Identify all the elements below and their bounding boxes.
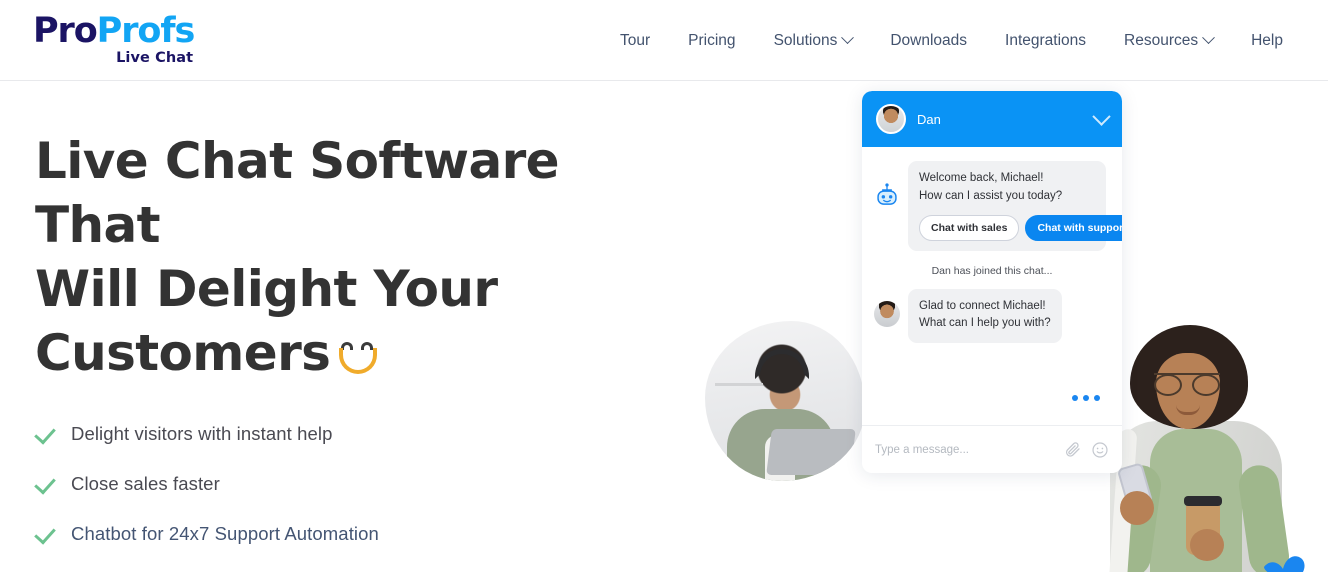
list-item: Chatbot for 24x7 Support Automation: [35, 523, 685, 545]
bot-message-line-2: How can I assist you today?: [919, 189, 1063, 202]
smiley-emoji: [336, 336, 380, 376]
three-dots-icon: [1072, 395, 1100, 401]
nav-item-label: Solutions: [773, 31, 838, 49]
brand-logo[interactable]: ProProfs Live Chat: [33, 11, 196, 66]
check-icon: [35, 473, 57, 495]
nav-item-help[interactable]: Help: [1232, 32, 1302, 50]
chat-with-sales-button[interactable]: Chat with sales: [919, 214, 1020, 241]
bot-message-line-1: Welcome back, Michael!: [919, 172, 1044, 184]
blue-leaf-shape: [1264, 556, 1305, 572]
nav-item-label: Downloads: [890, 31, 968, 49]
chat-widget-header: Dan: [862, 91, 1122, 147]
avatar: [876, 104, 906, 134]
logo-tagline: Live Chat: [116, 50, 194, 66]
robot-icon: [877, 183, 897, 205]
nav-item-resources[interactable]: Resources: [1105, 31, 1232, 50]
agent-message-line-1: Glad to connect Michael!: [919, 299, 1046, 312]
bot-message-bubble: Welcome back, Michael! How can I assist …: [908, 161, 1122, 251]
feature-label: Chatbot for 24x7 Support Automation: [71, 523, 379, 544]
message-input[interactable]: [875, 443, 1055, 456]
chevron-down-icon: [1202, 31, 1215, 45]
nav-item-tour[interactable]: Tour: [601, 32, 669, 50]
chat-messages-area: Welcome back, Michael! How can I assist …: [862, 147, 1122, 425]
logo-wordmark: ProProfs: [33, 11, 196, 51]
nav-item-label: Help: [1251, 31, 1283, 49]
chevron-down-icon[interactable]: [1092, 106, 1111, 126]
nav-item-label: Integrations: [1005, 31, 1087, 49]
nav-item-downloads[interactable]: Downloads: [871, 32, 986, 50]
chat-input-bar: [862, 425, 1122, 473]
nav-item-integrations[interactable]: Integrations: [986, 32, 1105, 50]
hero-section: Live Chat Software That Will Delight You…: [0, 81, 1328, 572]
headline-line-1: Live Chat Software That: [35, 132, 560, 254]
smiley-face-icon[interactable]: [1091, 441, 1109, 459]
system-note: Dan has joined this chat...: [931, 264, 1053, 277]
avatar: [874, 300, 900, 327]
feature-label: Delight visitors with instant help: [71, 423, 333, 444]
main-navigation: Tour Pricing Solutions Downloads Integra…: [601, 0, 1302, 81]
bot-message-row: Welcome back, Michael! How can I assist …: [874, 161, 1122, 251]
list-item: Delight visitors with instant help: [35, 423, 685, 445]
check-icon: [35, 523, 57, 545]
nav-item-solutions[interactable]: Solutions: [755, 31, 872, 50]
page-title: Live Chat Software That Will Delight You…: [35, 129, 685, 385]
support-agent-photo: [705, 321, 865, 481]
logo-text-profs: Profs: [96, 11, 196, 51]
logo-text-pro: Pro: [33, 11, 98, 51]
feature-list: Delight visitors with instant help Close…: [35, 423, 685, 545]
feature-label: Close sales faster: [71, 473, 220, 494]
headline-line-2: Will Delight Your: [35, 260, 498, 318]
chat-widget: Dan Welcome back, Michael! How can I ass…: [862, 91, 1122, 473]
site-header: ProProfs Live Chat Tour Pricing Solution…: [0, 0, 1328, 81]
chevron-down-icon: [841, 31, 855, 45]
hero-copy: Live Chat Software That Will Delight You…: [35, 129, 685, 572]
agent-message-line-2: What can I help you with?: [919, 317, 1051, 330]
list-item: Close sales faster: [35, 473, 685, 495]
nav-item-pricing[interactable]: Pricing: [669, 32, 754, 50]
chat-agent-name: Dan: [917, 111, 941, 127]
chat-with-support-button[interactable]: Chat with support: [1025, 214, 1122, 241]
nav-item-label: Pricing: [688, 31, 736, 49]
agent-message-bubble: Glad to connect Michael! What can I help…: [908, 288, 1062, 344]
paperclip-icon[interactable]: [1064, 441, 1082, 459]
nav-item-label: Tour: [620, 31, 651, 49]
quick-reply-group: Chat with sales Chat with support: [919, 214, 1122, 241]
headline-line-3: Customers: [35, 324, 331, 382]
hero-illustration: Dan Welcome back, Michael! How can I ass…: [690, 81, 1328, 572]
nav-item-label: Resources: [1124, 31, 1199, 49]
check-icon: [35, 423, 57, 445]
agent-message-row: Glad to connect Michael! What can I help…: [874, 288, 1110, 344]
